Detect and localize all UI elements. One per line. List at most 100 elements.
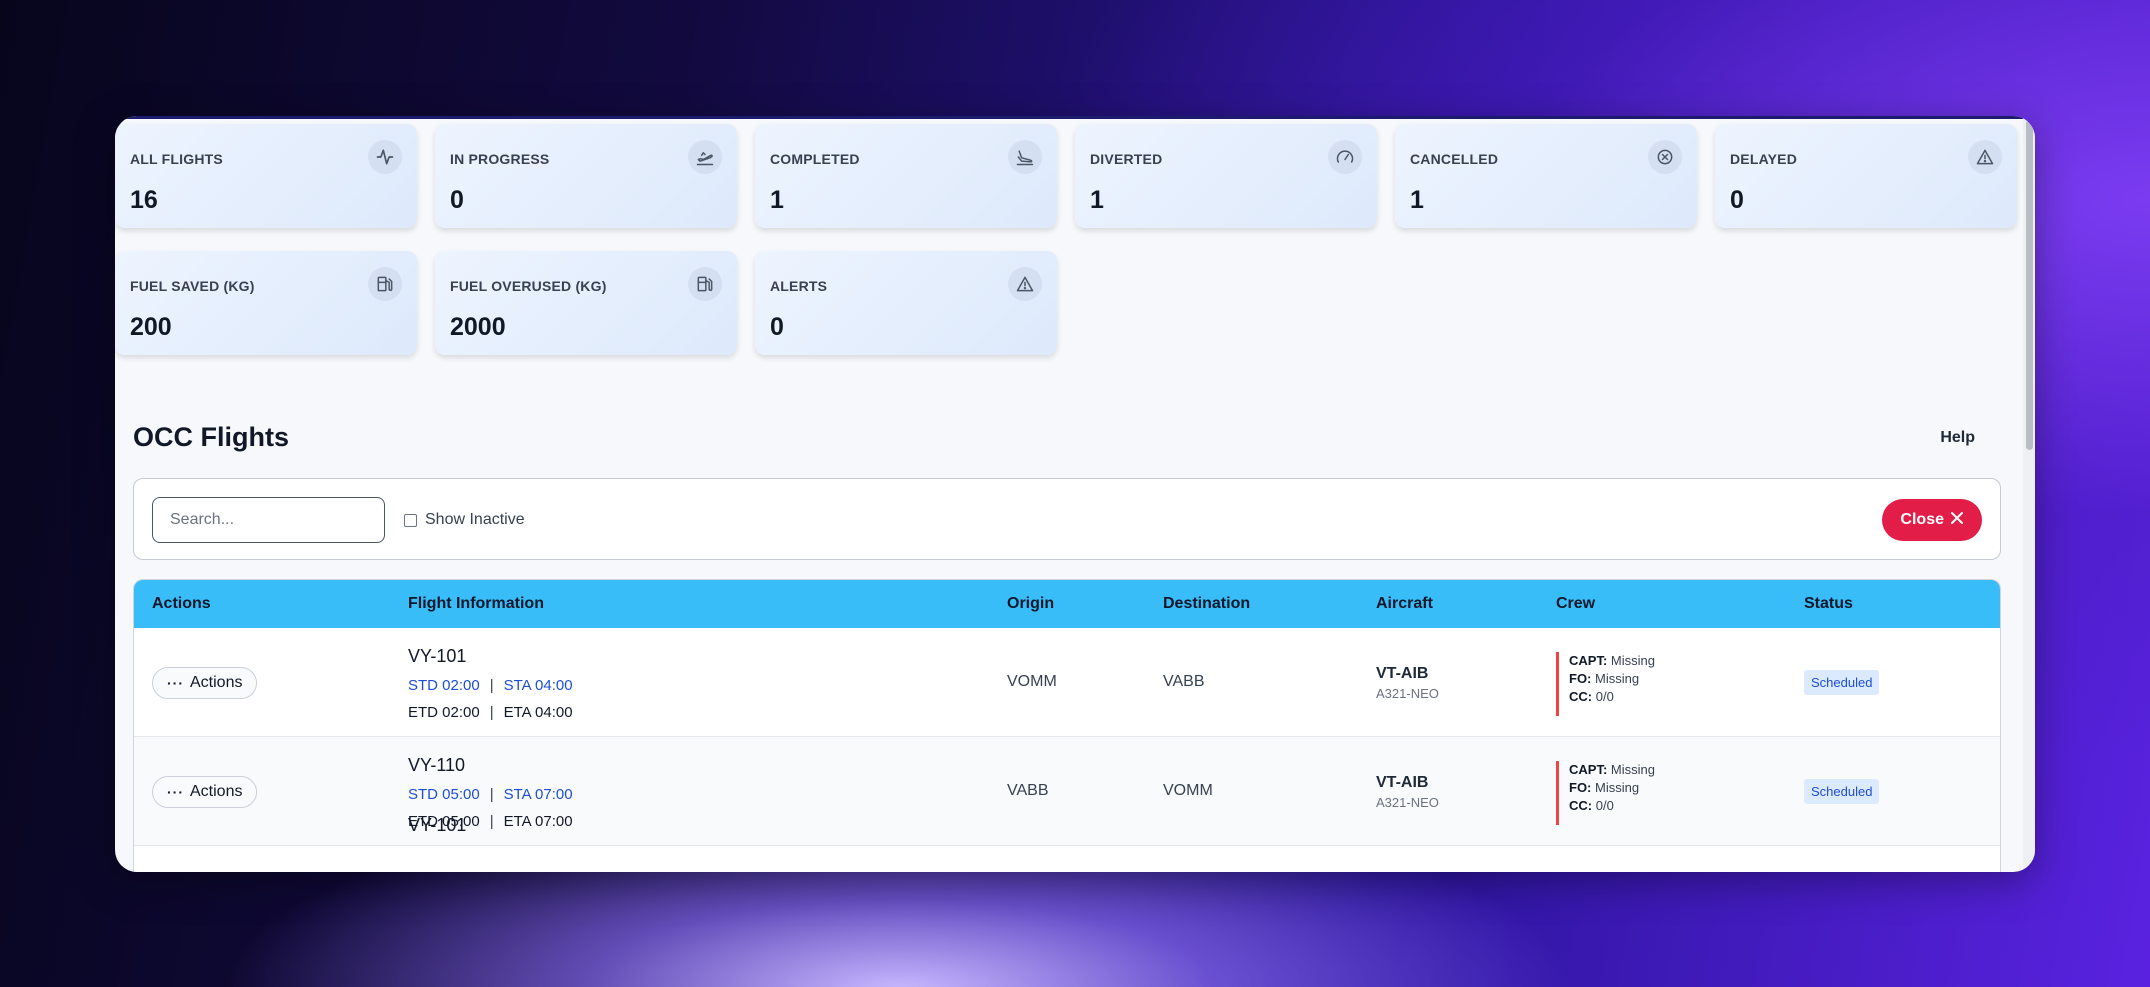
scheduled-times: STD 05:00 | STA 07:00 [408, 786, 573, 803]
stat-value: 0 [450, 186, 464, 214]
crew-capt-value: Missing [1610, 762, 1655, 777]
crew-cc-value: 0/0 [1595, 689, 1614, 704]
row-actions-label: Actions [190, 783, 243, 800]
stat-label: COMPLETED [770, 151, 860, 167]
column-header-actions[interactable]: Actions [152, 595, 211, 613]
column-header-crew[interactable]: Crew [1556, 595, 1595, 613]
stat-label: DIVERTED [1090, 151, 1163, 167]
status-badge: Scheduled [1804, 670, 1880, 695]
aircraft-registration: VT-AIB [1376, 665, 1429, 682]
app-window: ALL FLIGHTS 16 IN PROGRESS 0 COMPLETED 1… [115, 116, 2035, 872]
stat-value: 1 [1090, 186, 1104, 214]
stat-label: FUEL SAVED (KG) [130, 278, 255, 294]
crew-fo-value: Missing [1595, 671, 1640, 686]
aircraft-type: A321-NEO [1376, 686, 1439, 701]
stat-label: IN PROGRESS [450, 151, 550, 167]
column-header-aircraft[interactable]: Aircraft [1376, 595, 1433, 613]
crew-cell: CAPT: Missing FO: Missing CC: 0/0 [1556, 761, 1655, 825]
stat-card-alerts[interactable]: ALERTS 0 [755, 251, 1057, 355]
search-input[interactable] [152, 497, 385, 543]
status-badge: Scheduled [1804, 779, 1880, 804]
plane-takeoff-icon [688, 140, 722, 174]
crew-cc-label: CC: [1569, 689, 1593, 704]
stat-card-delayed[interactable]: DELAYED 0 [1715, 124, 2017, 228]
aircraft-registration: VT-AIB [1376, 774, 1429, 791]
stat-value: 1 [1410, 186, 1424, 214]
stat-label: CANCELLED [1410, 151, 1499, 167]
crew-cc-label: CC: [1569, 798, 1593, 813]
close-button[interactable]: Close [1882, 499, 1982, 541]
warning-icon [1008, 267, 1042, 301]
stat-card-in-progress[interactable]: IN PROGRESS 0 [435, 124, 737, 228]
table-header: Actions Flight Information Origin Destin… [134, 580, 2000, 628]
flight-number-partial: VY-101 [408, 815, 467, 835]
row-actions-label: Actions [190, 674, 243, 691]
activity-icon [368, 140, 402, 174]
window-top-border [115, 116, 2035, 119]
table-row[interactable]: ··· Actions VY-101 STD 02:00 | STA 04:00 E… [134, 628, 2000, 737]
show-inactive-toggle[interactable]: Show Inactive [404, 511, 525, 529]
stat-card-completed[interactable]: COMPLETED 1 [755, 124, 1057, 228]
gauge-icon [1328, 140, 1362, 174]
filter-toolbar: Show Inactive Close [133, 478, 2001, 560]
crew-capt-label: CAPT: [1569, 653, 1608, 668]
crew-cc-value: 0/0 [1595, 798, 1614, 813]
destination-cell: VOMM [1163, 782, 1213, 799]
fuel-icon [368, 267, 402, 301]
help-link[interactable]: Help [1940, 429, 1975, 447]
flights-table: Actions Flight Information Origin Destin… [133, 579, 2001, 872]
stat-value: 0 [1730, 186, 1744, 214]
crew-capt-value: Missing [1610, 653, 1655, 668]
origin-cell: VOMM [1007, 673, 1057, 690]
crew-fo-label: FO: [1569, 671, 1592, 686]
stat-label: ALERTS [770, 278, 828, 294]
crew-fo-value: Missing [1595, 780, 1640, 795]
stat-label: FUEL OVERUSED (KG) [450, 278, 607, 294]
stat-card-fuel-overused[interactable]: FUEL OVERUSED (KG) 2000 [435, 251, 737, 355]
scrollbar-track[interactable] [2023, 116, 2035, 872]
eta-time: ETA 04:00 [503, 704, 573, 721]
stat-card-all-flights[interactable]: ALL FLIGHTS 16 [115, 124, 417, 228]
fuel-icon [688, 267, 722, 301]
column-header-flight-information[interactable]: Flight Information [408, 595, 544, 613]
std-time: STD 05:00 [408, 786, 480, 803]
scheduled-times: STD 02:00 | STA 04:00 [408, 677, 573, 694]
close-icon [1950, 511, 1964, 530]
column-header-origin[interactable]: Origin [1007, 595, 1054, 613]
close-button-label: Close [1900, 511, 1944, 528]
stat-label: ALL FLIGHTS [130, 151, 223, 167]
stat-card-cancelled[interactable]: CANCELLED 1 [1395, 124, 1697, 228]
stat-value: 2000 [450, 313, 506, 341]
estimated-times: ETD 02:00 | ETA 04:00 [408, 704, 573, 721]
crew-cell: CAPT: Missing FO: Missing CC: 0/0 [1556, 652, 1655, 716]
show-inactive-checkbox[interactable] [404, 513, 417, 527]
column-header-status[interactable]: Status [1804, 595, 1853, 613]
flight-number: VY-101 [408, 646, 467, 666]
sta-time: STA 07:00 [503, 786, 573, 803]
crew-fo-label: FO: [1569, 780, 1592, 795]
etd-time: ETD 02:00 [408, 704, 480, 721]
stat-card-diverted[interactable]: DIVERTED 1 [1075, 124, 1377, 228]
stat-value: 0 [770, 313, 784, 341]
warning-icon [1968, 140, 2002, 174]
eta-time: ETA 07:00 [503, 813, 573, 830]
page-title: OCC Flights [133, 422, 289, 452]
sta-time: STA 04:00 [503, 677, 573, 694]
plane-landing-icon [1008, 140, 1042, 174]
row-actions-button[interactable]: ··· Actions [152, 776, 258, 808]
aircraft-type: A321-NEO [1376, 795, 1439, 810]
std-time: STD 02:00 [408, 677, 480, 694]
crew-capt-label: CAPT: [1569, 762, 1608, 777]
scrollbar-thumb[interactable] [2026, 120, 2033, 450]
stat-card-fuel-saved[interactable]: FUEL SAVED (KG) 200 [115, 251, 417, 355]
row-actions-button[interactable]: ··· Actions [152, 667, 258, 699]
show-inactive-label: Show Inactive [425, 511, 525, 528]
column-header-destination[interactable]: Destination [1163, 595, 1250, 613]
origin-cell: VABB [1007, 782, 1049, 799]
flight-number: VY-110 [408, 755, 466, 775]
stat-value: 200 [130, 313, 172, 341]
destination-cell: VABB [1163, 673, 1205, 690]
x-circle-icon [1648, 140, 1682, 174]
stat-value: 16 [130, 186, 158, 214]
more-dots-icon: ··· [167, 675, 184, 691]
